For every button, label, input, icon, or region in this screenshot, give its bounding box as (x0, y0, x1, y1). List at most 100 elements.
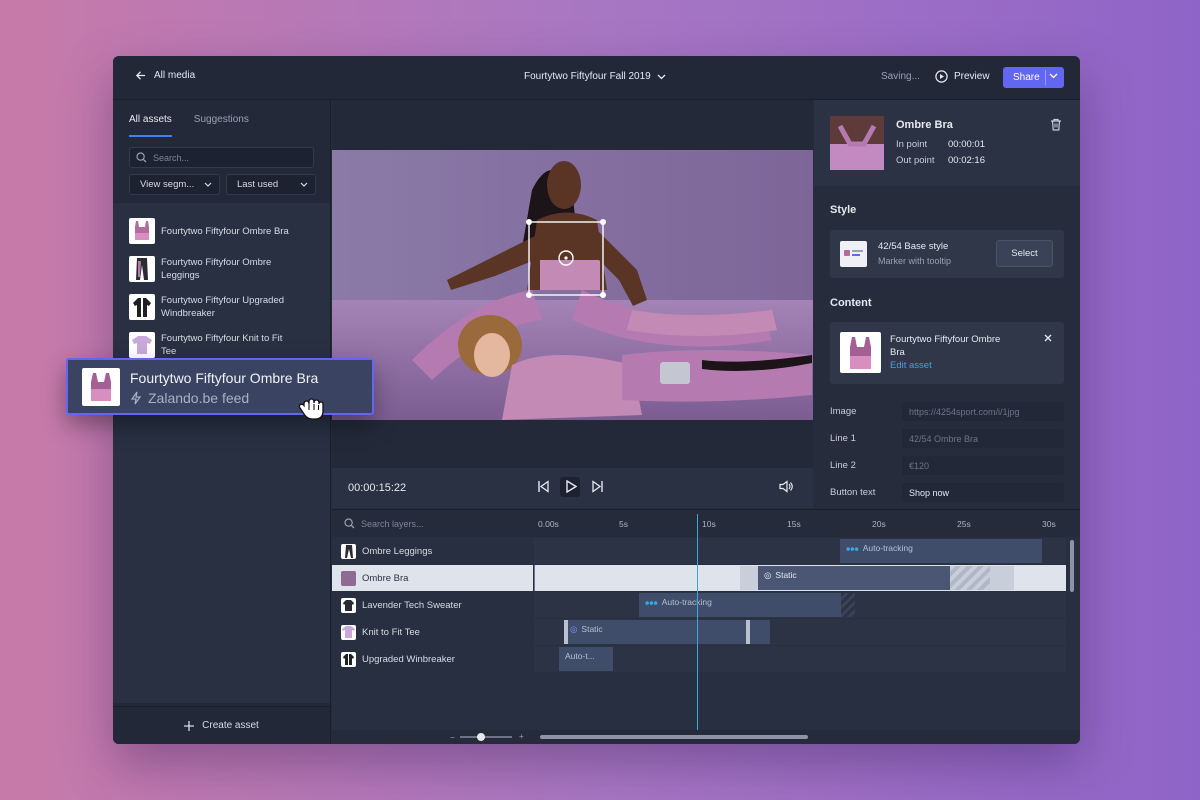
playhead[interactable] (697, 514, 698, 736)
selected-layer-title: Ombre Bra (896, 119, 953, 131)
layer-search[interactable]: Search layers... (344, 518, 424, 529)
plus-icon (184, 720, 195, 731)
selected-layer-thumbnail (830, 116, 884, 170)
out-point-value[interactable]: 00:02:16 (948, 155, 985, 166)
auto-tracking-segment[interactable]: ⦁⦁⦁ Auto-tracking (840, 539, 1042, 563)
auto-tracking-segment[interactable]: ⦁⦁⦁ Auto-tracking (639, 593, 841, 617)
back-label: All media (154, 70, 196, 81)
list-item[interactable]: Fourtytwo Fiftyfour Knit to Fit Tee (129, 332, 291, 358)
windbreaker-icon (341, 651, 356, 667)
in-point-label: In point (896, 139, 928, 150)
asset-tabs: All assets Suggestions (129, 114, 249, 137)
edit-asset-link[interactable]: Edit asset (890, 360, 932, 371)
chevron-down-icon (657, 74, 666, 79)
time-tick: 30s (1042, 519, 1056, 529)
volume-icon[interactable] (779, 480, 793, 493)
video-frame[interactable] (332, 150, 813, 420)
static-segment[interactable]: ◎ Static (758, 566, 950, 590)
bra-icon (341, 570, 356, 586)
timecode: 00:00:15:22 (348, 482, 407, 494)
trash-icon[interactable] (1050, 118, 1062, 131)
layer-row-lavender-tech-sweater[interactable]: Lavender Tech Sweater ⦁⦁⦁ Auto-tracking (332, 592, 1066, 618)
layer-name: Knit to Fit Tee (362, 626, 420, 638)
search-icon (344, 518, 355, 529)
zoom-slider[interactable] (460, 736, 512, 738)
tab-all-assets[interactable]: All assets (129, 114, 172, 137)
line2-input[interactable]: €120 (902, 456, 1064, 475)
windbreaker-icon (129, 294, 155, 320)
list-item[interactable]: Fourtytwo Fiftyfour Ombre Bra (129, 218, 291, 244)
layer-row-knit-to-fit-tee[interactable]: Knit to Fit Tee ◎ Static (332, 619, 1066, 645)
horizontal-scrollbar[interactable] (540, 735, 808, 739)
share-label: Share (1013, 72, 1040, 83)
chevron-down-icon[interactable] (1049, 73, 1058, 79)
asset-search[interactable]: Search... (129, 147, 314, 168)
saving-status: Saving... (881, 71, 920, 82)
timeline-footer: − + (332, 730, 1080, 744)
asset-list: Fourtytwo Fiftyfour Ombre Bra Fourtytwo … (113, 203, 330, 703)
time-tick: 15s (787, 519, 801, 529)
zoom-slider-handle[interactable] (477, 733, 485, 741)
selected-layer-card: Ombre Bra In point 00:00:01 Out point 00… (814, 100, 1080, 186)
list-item[interactable]: Fourtytwo Fiftyfour Upgraded Windbreaker (129, 294, 291, 320)
play-icon[interactable] (565, 480, 577, 493)
asset-name: Fourtytwo Fiftyfour Ombre Leggings (161, 257, 272, 281)
image-url-input[interactable]: https://4254sport.com/i/1jpg (902, 402, 1064, 421)
select-style-button[interactable]: Select (996, 240, 1053, 267)
create-asset-button[interactable]: Create asset (113, 706, 330, 744)
leggings-icon (129, 256, 155, 282)
layer-row-ombre-leggings[interactable]: Ombre Leggings ⦁⦁⦁ Auto-tracking (332, 538, 1066, 564)
bra-icon (82, 368, 120, 406)
auto-tracking-segment[interactable]: Auto-t... (559, 647, 613, 671)
layer-row-ombre-bra[interactable]: Ombre Bra ◎ Static (332, 565, 1066, 591)
asset-name: Fourtytwo Fiftyfour Ombre Bra (161, 225, 289, 237)
line1-input[interactable]: 42/54 Ombre Bra (902, 429, 1064, 448)
tracking-icon: ⦁⦁⦁ (846, 543, 859, 553)
in-point-value[interactable]: 00:00:01 (948, 139, 985, 150)
play-circle-icon (935, 70, 948, 83)
static-segment[interactable]: ◎ Static (564, 620, 770, 644)
dragged-asset[interactable]: Fourtytwo Fiftyfour Ombre Bra Zalando.be… (66, 358, 374, 415)
time-tick: 5s (619, 519, 628, 529)
tee-icon (341, 624, 356, 640)
create-asset-label: Create asset (202, 720, 259, 731)
list-item[interactable]: Fourtytwo Fiftyfour Ombre Leggings (129, 256, 291, 282)
style-section-title: Style (830, 204, 857, 216)
layer-name: Upgraded Winbreaker (362, 653, 455, 665)
line1-field-label: Line 1 (830, 433, 856, 444)
chevron-down-icon (300, 182, 308, 187)
project-title-dropdown[interactable]: Fourtytwo Fiftyfour Fall 2019 (524, 71, 666, 82)
vertical-scrollbar[interactable] (1070, 540, 1074, 592)
time-tick: 20s (872, 519, 886, 529)
image-field-label: Image (830, 406, 857, 417)
arrow-left-icon (135, 71, 146, 80)
style-card: 42/54 Base style Marker with tooltip Sel… (830, 230, 1064, 278)
player-controls: 00:00:15:22 (332, 468, 813, 508)
out-point-label: Out point (896, 155, 935, 166)
preview-button[interactable]: Preview (935, 70, 990, 83)
style-preview-icon (840, 241, 867, 267)
time-tick: 10s (702, 519, 716, 529)
sort-dropdown[interactable]: Last used (226, 174, 316, 195)
chevron-down-icon (204, 182, 212, 187)
dragged-asset-source: Zalando.be feed (148, 390, 250, 406)
style-name: 42/54 Base style (878, 241, 949, 252)
skip-back-icon[interactable] (537, 480, 549, 493)
timeline: Search layers... 0.00s 5s 10s 15s 20s 25… (332, 509, 1080, 744)
segment-filter-label: View segm... (140, 179, 195, 190)
skip-forward-icon[interactable] (592, 480, 604, 493)
close-icon[interactable] (1044, 334, 1052, 342)
segment-filter-dropdown[interactable]: View segm... (129, 174, 220, 195)
back-to-all-media-link[interactable]: All media (135, 70, 195, 81)
layer-name: Ombre Leggings (362, 545, 433, 557)
layer-search-input[interactable]: Search layers... (361, 519, 424, 529)
button-text-input[interactable]: Shop now (902, 483, 1064, 502)
search-input[interactable]: Search... (153, 153, 189, 163)
sort-label: Last used (237, 179, 279, 190)
layer-row-upgraded-winbreaker[interactable]: Upgraded Winbreaker Auto-t... (332, 646, 1066, 672)
zoom-out-icon[interactable]: − (450, 733, 455, 742)
video-area: 00:00:15:22 (332, 100, 813, 508)
share-button[interactable]: Share (1003, 67, 1064, 88)
zoom-in-icon[interactable]: + (519, 732, 524, 741)
tab-suggestions[interactable]: Suggestions (194, 114, 249, 137)
